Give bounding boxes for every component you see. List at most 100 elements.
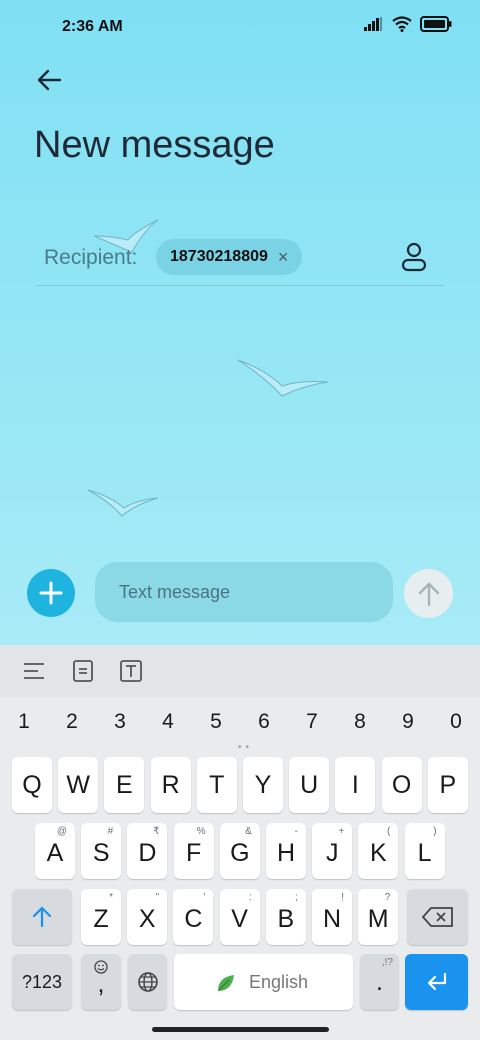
letter-key[interactable]: # S: [81, 823, 122, 879]
letter-key[interactable]: :V: [219, 889, 260, 945]
letter-key[interactable]: % F: [173, 823, 214, 879]
comma-key-label: ,: [97, 970, 105, 998]
letter-key[interactable]: O: [381, 757, 422, 813]
key-symbol-hint: +: [338, 826, 345, 837]
text-align-icon[interactable]: [22, 659, 46, 683]
back-arrow-icon[interactable]: [32, 62, 68, 98]
number-key[interactable]: 4: [148, 710, 188, 734]
letter-key[interactable]: W: [58, 757, 99, 813]
recipient-chip[interactable]: 18730218809 ×: [156, 239, 303, 275]
letter-key[interactable]: " X: [127, 889, 168, 945]
plus-icon: [39, 581, 63, 605]
send-button[interactable]: [404, 569, 453, 618]
letter-key[interactable]: T: [196, 757, 237, 813]
letter-key[interactable]: ₹ D: [127, 823, 168, 879]
letter-key[interactable]: Q: [12, 757, 52, 813]
symbols-key[interactable]: ?123: [12, 954, 72, 1010]
letter-key[interactable]: ; B: [265, 889, 306, 945]
key-symbol-hint: @: [56, 826, 67, 837]
space-key[interactable]: English: [174, 954, 353, 1010]
add-attachment-button[interactable]: [27, 569, 75, 617]
letter-key-label: A: [46, 839, 64, 867]
number-key[interactable]: 9: [388, 710, 428, 734]
letter-key[interactable]: ? M: [358, 889, 399, 945]
letter-key[interactable]: -H: [266, 823, 306, 879]
letter-key[interactable]: Y: [243, 757, 283, 813]
key-symbol-hint: :: [248, 892, 252, 903]
letter-key[interactable]: ' C: [173, 889, 214, 945]
letter-key[interactable]: ! N: [312, 889, 352, 945]
enter-key[interactable]: [405, 954, 468, 1010]
letter-key[interactable]: R: [150, 757, 191, 813]
number-key[interactable]: 0: [436, 710, 476, 734]
letter-key-label: E: [116, 771, 133, 799]
recipient-number: 18730218809: [170, 248, 268, 265]
letter-key-label: U: [300, 771, 319, 799]
letter-key[interactable]: P: [427, 757, 468, 813]
number-key[interactable]: 8: [340, 710, 380, 734]
letter-key-label: F: [185, 839, 202, 867]
send-arrow-icon: [418, 582, 439, 606]
key-symbol-hint: ': [203, 892, 206, 903]
letter-key-label: X: [138, 905, 156, 933]
period-key-label: .: [376, 968, 383, 996]
recipient-row: Recipient: 18730218809 ×: [36, 230, 444, 286]
key-symbol-hint: !: [341, 892, 344, 903]
language-key[interactable]: [128, 954, 167, 1010]
battery-icon: [420, 16, 452, 32]
letter-key-label: S: [92, 839, 110, 867]
remove-recipient-icon[interactable]: ×: [278, 247, 289, 268]
number-key[interactable]: 3: [100, 710, 140, 734]
letter-key[interactable]: E: [104, 757, 145, 813]
keyboard: 1234567890 •• QWERTYUIOP @ A # S ₹ D% F & G - H + J(…: [0, 645, 480, 1040]
letter-key-label: Q: [22, 771, 42, 799]
number-key[interactable]: 2: [52, 710, 92, 734]
key-symbol-hint: ₹: [153, 826, 160, 837]
letter-key-label: H: [276, 839, 296, 867]
clipboard-icon[interactable]: [71, 659, 95, 683]
text-message-input[interactable]: [95, 562, 393, 622]
bird-decoration: [87, 489, 159, 517]
letter-key-label: O: [391, 771, 412, 799]
letter-key[interactable]: (K: [358, 823, 399, 879]
letter-key[interactable]: I: [335, 757, 376, 813]
message-compose-screen: 2:36 AM New message Recipient: 187302188…: [0, 0, 480, 645]
letter-key[interactable]: * Z: [81, 889, 121, 945]
key-symbol-hint: #: [107, 826, 114, 837]
key-symbol-hint: -: [294, 826, 298, 837]
letter-key[interactable]: + J: [312, 823, 353, 879]
letter-key[interactable]: @ A: [35, 823, 75, 879]
keyboard-toolbar: [0, 645, 480, 697]
home-indicator[interactable]: [152, 1027, 329, 1032]
contact-icon[interactable]: [400, 240, 428, 272]
page-indicator: ••: [238, 742, 254, 753]
number-key[interactable]: 7: [292, 710, 332, 734]
backspace-key[interactable]: [407, 889, 468, 945]
recipient-label: Recipient:: [44, 246, 138, 269]
letter-key-label: K: [370, 839, 387, 867]
letter-key-label: N: [322, 905, 342, 933]
letter-key-label: J: [325, 839, 339, 867]
number-key[interactable]: 5: [196, 710, 236, 734]
letter-key-label: M: [367, 905, 389, 933]
letter-key-label: W: [66, 771, 90, 799]
number-key[interactable]: 6: [244, 710, 284, 734]
number-key[interactable]: 1: [4, 710, 44, 734]
letter-key-label: L: [417, 839, 432, 867]
enter-icon: [427, 972, 447, 991]
letter-key[interactable]: & G: [219, 823, 260, 879]
bird-decoration: [237, 359, 329, 397]
letter-key[interactable]: ) L: [404, 823, 445, 879]
period-key-sup: ,!?: [381, 957, 393, 968]
number-row: 1234567890: [0, 700, 480, 744]
text-format-icon[interactable]: [119, 659, 143, 683]
status-time: 2:36 AM: [62, 18, 123, 35]
letter-key[interactable]: U: [289, 757, 330, 813]
symbols-key-label: ?123: [21, 972, 63, 992]
backspace-icon: [422, 907, 453, 927]
key-symbol-hint: ;: [295, 892, 298, 903]
shift-key[interactable]: [12, 889, 72, 945]
comma-key[interactable]: ,: [81, 954, 121, 1010]
period-key[interactable]: ,!? .: [360, 954, 399, 1010]
globe-icon: [138, 972, 158, 992]
